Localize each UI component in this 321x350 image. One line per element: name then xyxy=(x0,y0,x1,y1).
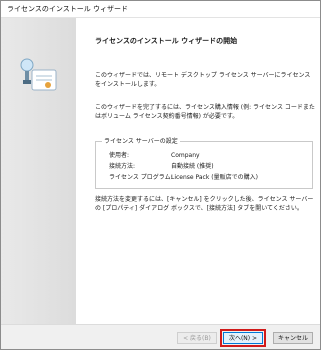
window-title: ライセンスのインストール ウィザード xyxy=(7,5,128,13)
change-connection-note: 接続方法を変更するには、[キャンセル] をクリックした後、ライセンス サーバーの… xyxy=(95,196,314,212)
title-bar: ライセンスのインストール ウィザード xyxy=(1,1,320,18)
settings-row-program: ライセンス プログラム: License Pack (量販店での購入) xyxy=(109,173,258,182)
settings-value: Company xyxy=(171,152,200,159)
settings-label: 接続方法: xyxy=(109,163,136,170)
requirements-paragraph: このウィザードを完了するには、ライセンス購入情報 (例: ライセンス コードまた… xyxy=(95,104,315,120)
next-button[interactable]: 次へ(N) > xyxy=(223,332,263,344)
cancel-button[interactable]: キャンセル xyxy=(273,332,313,344)
settings-row-connection: 接続方法: 自動接続 (推奨) xyxy=(109,162,214,171)
license-certificate-icon xyxy=(20,58,57,91)
wizard-body: ライセンスのインストール ウィザードの開始 このウィザードでは、リモート デスク… xyxy=(1,18,320,324)
wizard-content: ライセンスのインストール ウィザードの開始 このウィザードでは、リモート デスク… xyxy=(95,18,315,324)
settings-value: 自動接続 (推奨) xyxy=(171,163,214,170)
footer-separator xyxy=(1,324,320,325)
page-heading: ライセンスのインストール ウィザードの開始 xyxy=(95,37,238,45)
settings-value: License Pack (量販店での購入) xyxy=(171,174,258,181)
wizard-side-panel xyxy=(1,18,76,324)
settings-label: ライセンス プログラム: xyxy=(109,174,173,181)
license-wizard-window: ライセンスのインストール ウィザード ライセンスのインストール ウィザードの開始… xyxy=(0,0,321,350)
license-server-settings-group: ライセンス サーバーの設定 使用者: Company 接続方法: 自動接続 (推… xyxy=(95,137,313,189)
settings-row-user: 使用者: Company xyxy=(109,151,200,160)
back-button[interactable]: < 戻る(B) xyxy=(177,332,217,344)
settings-group-title: ライセンス サーバーの設定 xyxy=(102,137,180,146)
intro-paragraph: このウィザードでは、リモート デスクトップ ライセンス サーバーにライセンスをイ… xyxy=(95,72,311,88)
settings-label: 使用者: xyxy=(109,152,130,159)
